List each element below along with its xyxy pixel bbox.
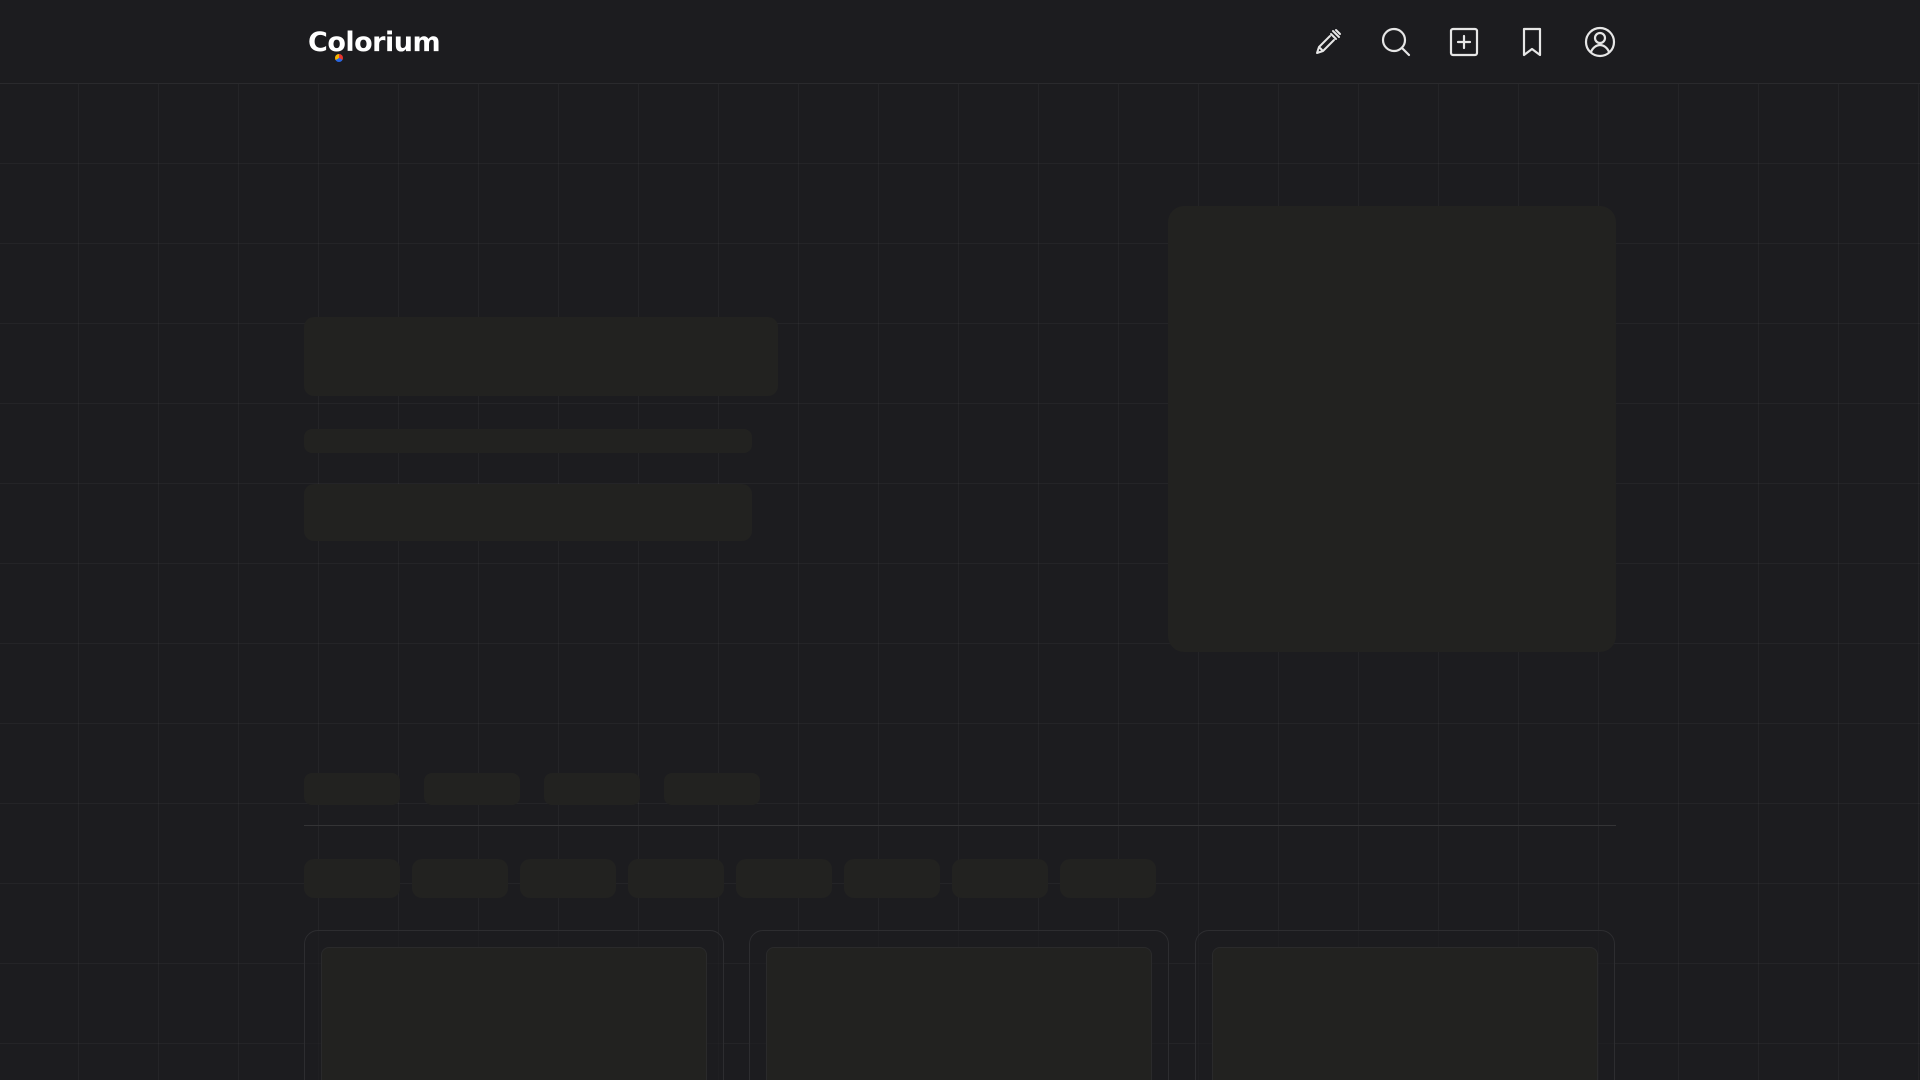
search-icon: [1381, 27, 1411, 57]
skeleton-card-preview: [1212, 947, 1598, 1080]
skeleton-chip: [1060, 859, 1156, 898]
skeleton-tab: [304, 773, 400, 805]
skeleton-chip: [520, 859, 616, 898]
bookmark-icon: [1522, 27, 1542, 57]
skeleton-hero-subtitle: [304, 429, 752, 453]
add-square-icon: [1449, 27, 1479, 57]
color-picker-button[interactable]: [1312, 22, 1344, 62]
skeleton-card-preview: [766, 947, 1152, 1080]
skeleton-chip: [736, 859, 832, 898]
skeleton-chip: [952, 859, 1048, 898]
skeleton-hero-image: [1168, 206, 1616, 652]
logo-text: Colorium: [308, 26, 441, 58]
saved-button[interactable]: [1516, 22, 1548, 62]
skeleton-chip: [844, 859, 940, 898]
search-button[interactable]: [1380, 22, 1412, 62]
account-button[interactable]: [1584, 22, 1616, 62]
skeleton-chip: [412, 859, 508, 898]
skeleton-card: [749, 930, 1169, 1080]
tabs-divider: [304, 825, 1616, 826]
skeleton-hero-title: [304, 317, 778, 396]
user-account-icon: [1584, 26, 1616, 58]
skeleton-card: [1195, 930, 1615, 1080]
skeleton-hero-button: [304, 484, 752, 541]
skeleton-chip: [628, 859, 724, 898]
logo-color-dot: [335, 53, 343, 62]
skeleton-card: [304, 930, 724, 1080]
header-actions: [1312, 22, 1616, 62]
skeleton-tab: [544, 773, 640, 805]
skeleton-tab: [664, 773, 760, 805]
color-picker-icon: [1316, 29, 1341, 54]
colorium-logo[interactable]: Colorium: [308, 22, 441, 62]
skeleton-chip: [304, 859, 400, 898]
skeleton-card-preview: [321, 947, 707, 1080]
top-navigation-bar: Colorium: [0, 0, 1920, 84]
skeleton-tab: [424, 773, 520, 805]
create-button[interactable]: [1448, 22, 1480, 62]
